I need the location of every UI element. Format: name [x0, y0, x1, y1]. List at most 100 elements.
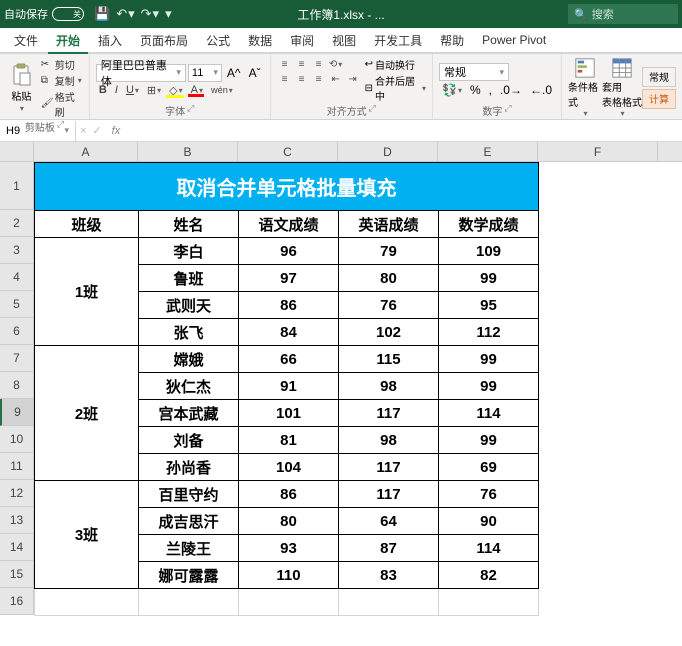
row-header[interactable]: 9: [0, 399, 34, 426]
row-header[interactable]: 8: [0, 372, 34, 399]
select-all-corner[interactable]: [0, 142, 34, 161]
row-header[interactable]: 4: [0, 264, 34, 291]
increase-font-icon[interactable]: A^: [224, 66, 244, 80]
paste-button[interactable]: 粘贴 ▾: [6, 63, 37, 113]
cell[interactable]: 101: [239, 400, 339, 427]
cell[interactable]: 99: [439, 427, 539, 454]
cell[interactable]: 83: [339, 562, 439, 589]
tab-view[interactable]: 视图: [324, 28, 364, 52]
cell[interactable]: 鲁班: [139, 265, 239, 292]
cell[interactable]: 2班: [35, 346, 139, 481]
cell[interactable]: 百里守约: [139, 481, 239, 508]
cell[interactable]: 英语成绩: [339, 211, 439, 238]
comma-format-icon[interactable]: ,: [486, 83, 495, 97]
cell[interactable]: 104: [239, 454, 339, 481]
tab-pagelayout[interactable]: 页面布局: [132, 28, 196, 52]
cell[interactable]: 114: [439, 400, 539, 427]
cell-style-normal[interactable]: 常规: [642, 67, 676, 87]
tab-powerpivot[interactable]: Power Pivot: [474, 28, 554, 52]
cell[interactable]: 117: [339, 481, 439, 508]
cell[interactable]: 117: [339, 454, 439, 481]
fx-icon[interactable]: fx: [112, 125, 121, 137]
align-middle-icon[interactable]: ≡: [294, 57, 310, 71]
merge-center-button[interactable]: ⊟合并后居中▾: [365, 73, 426, 103]
cell[interactable]: 宫本武藏: [139, 400, 239, 427]
cell[interactable]: 张飞: [139, 319, 239, 346]
tab-data[interactable]: 数据: [240, 28, 280, 52]
cell[interactable]: 嫦娥: [139, 346, 239, 373]
cell[interactable]: 99: [439, 373, 539, 400]
increase-decimal-icon[interactable]: .0→: [497, 83, 525, 97]
cell[interactable]: 兰陵王: [139, 535, 239, 562]
wrap-text-button[interactable]: ↩自动换行: [365, 57, 426, 72]
cell[interactable]: [439, 589, 539, 616]
italic-button[interactable]: I: [112, 84, 121, 96]
cell[interactable]: 姓名: [139, 211, 239, 238]
decrease-indent-icon[interactable]: ⇤: [328, 72, 344, 86]
row-header[interactable]: 6: [0, 318, 34, 345]
cell[interactable]: 成吉思汗: [139, 508, 239, 535]
formula-input[interactable]: [128, 121, 682, 141]
cell[interactable]: 99: [439, 265, 539, 292]
increase-indent-icon[interactable]: ⇥: [345, 72, 361, 86]
tab-developer[interactable]: 开发工具: [366, 28, 430, 52]
row-header[interactable]: 1: [0, 162, 34, 210]
cell[interactable]: 84: [239, 319, 339, 346]
cell[interactable]: 98: [339, 427, 439, 454]
cell[interactable]: 66: [239, 346, 339, 373]
decrease-decimal-icon[interactable]: ←.0: [527, 83, 555, 97]
cell[interactable]: 91: [239, 373, 339, 400]
cell[interactable]: 86: [239, 481, 339, 508]
cell[interactable]: 69: [439, 454, 539, 481]
autosave-control[interactable]: 自动保存 关: [4, 6, 84, 22]
cell[interactable]: [139, 589, 239, 616]
enter-icon[interactable]: ✓: [92, 124, 101, 137]
number-format-combo[interactable]: 常规▾: [439, 63, 509, 81]
align-bottom-icon[interactable]: ≡: [311, 57, 327, 71]
row-header[interactable]: 10: [0, 426, 34, 453]
cell[interactable]: 80: [339, 265, 439, 292]
cell[interactable]: 80: [239, 508, 339, 535]
row-header[interactable]: 14: [0, 534, 34, 561]
row-header[interactable]: 5: [0, 291, 34, 318]
data-table[interactable]: 取消合并单元格批量填充班级姓名语文成绩英语成绩数学成绩1班李白9679109鲁班…: [34, 162, 539, 616]
phonetic-button[interactable]: wén▾: [208, 85, 236, 95]
font-color-button[interactable]: A▾: [188, 84, 206, 96]
cell[interactable]: 110: [239, 562, 339, 589]
cell[interactable]: 刘备: [139, 427, 239, 454]
tab-formulas[interactable]: 公式: [198, 28, 238, 52]
undo-icon[interactable]: ↶▾: [116, 6, 134, 22]
row-header[interactable]: 3: [0, 237, 34, 264]
cell[interactable]: 狄仁杰: [139, 373, 239, 400]
percent-format-icon[interactable]: %: [467, 83, 484, 97]
cell[interactable]: 102: [339, 319, 439, 346]
tab-review[interactable]: 审阅: [282, 28, 322, 52]
cell[interactable]: 1班: [35, 238, 139, 346]
cut-button[interactable]: ✂剪切: [41, 57, 83, 72]
cell-style-calc[interactable]: 计算: [642, 89, 676, 109]
row-header[interactable]: 7: [0, 345, 34, 372]
cell[interactable]: 取消合并单元格批量填充: [35, 163, 539, 211]
cell[interactable]: 班级: [35, 211, 139, 238]
tab-home[interactable]: 开始: [48, 28, 88, 54]
cell[interactable]: 武则天: [139, 292, 239, 319]
cell[interactable]: 82: [439, 562, 539, 589]
row-header[interactable]: 13: [0, 507, 34, 534]
cell[interactable]: 76: [439, 481, 539, 508]
cell[interactable]: 86: [239, 292, 339, 319]
format-painter-button[interactable]: 🖌格式刷: [41, 89, 83, 119]
align-top-icon[interactable]: ≡: [277, 57, 293, 71]
row-header[interactable]: 12: [0, 480, 34, 507]
autosave-toggle[interactable]: 关: [52, 7, 84, 21]
tab-file[interactable]: 文件: [6, 28, 46, 52]
row-header[interactable]: 15: [0, 561, 34, 588]
align-left-icon[interactable]: ≡: [277, 72, 293, 86]
col-header-b[interactable]: B: [138, 142, 238, 161]
save-icon[interactable]: 💾: [94, 6, 110, 22]
accounting-format-icon[interactable]: 💱▾: [439, 83, 465, 97]
cell[interactable]: 95: [439, 292, 539, 319]
row-header[interactable]: 16: [0, 588, 34, 615]
dialog-launcher-icon[interactable]: ⤢: [504, 103, 511, 118]
cell[interactable]: 76: [339, 292, 439, 319]
redo-icon[interactable]: ↷▾: [141, 6, 159, 22]
